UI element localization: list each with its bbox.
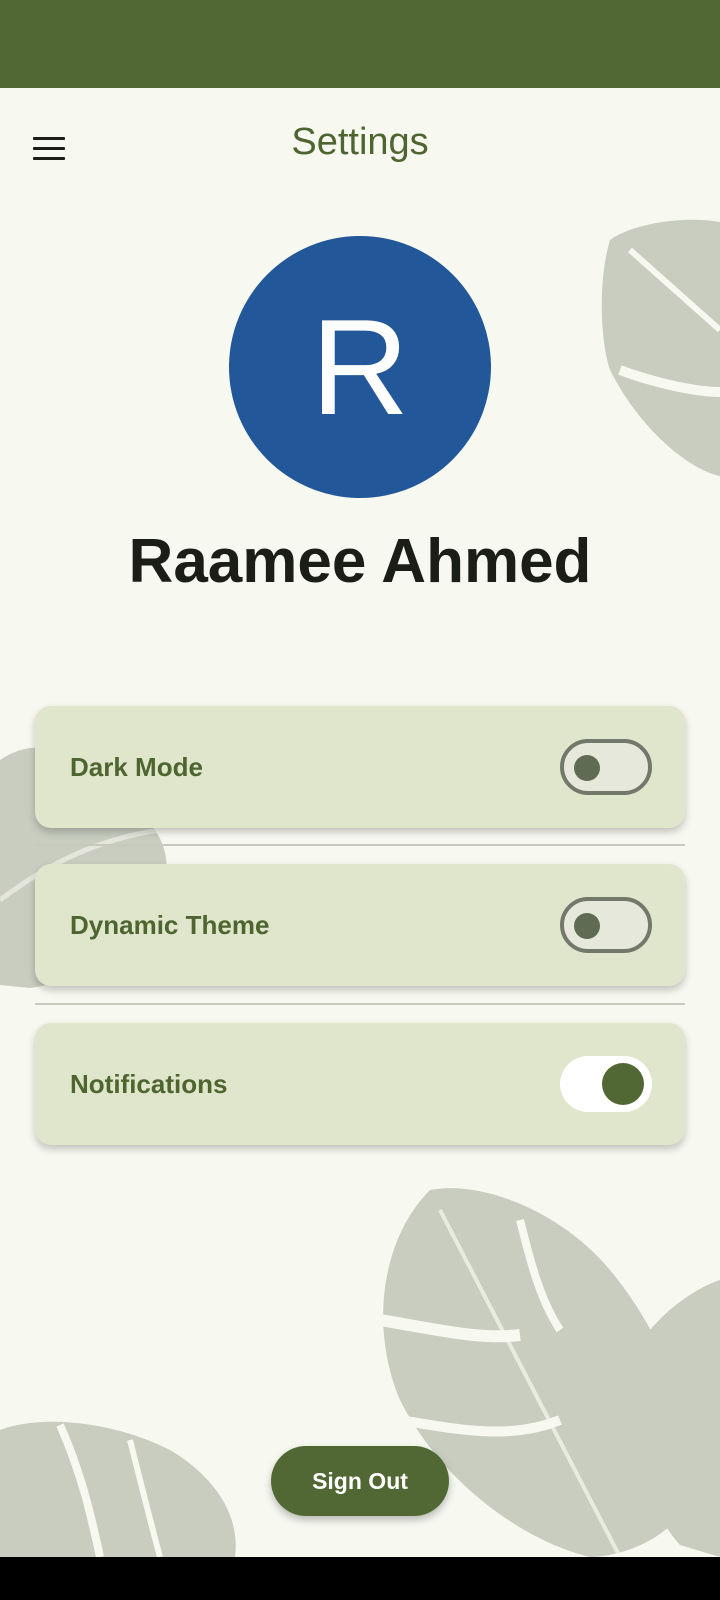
dynamic-theme-toggle[interactable] [560, 897, 652, 953]
status-bar [0, 0, 720, 88]
avatar-initial: R [310, 291, 410, 443]
avatar: R [229, 236, 491, 498]
setting-card-dark-mode[interactable]: Dark Mode [35, 706, 685, 828]
user-name: Raamee Ahmed [128, 527, 592, 596]
toggle-thumb [602, 1063, 644, 1105]
setting-label-dynamic-theme: Dynamic Theme [70, 910, 270, 940]
setting-card-notifications[interactable]: Notifications [35, 1023, 685, 1145]
setting-label-notifications: Notifications [70, 1069, 228, 1099]
setting-card-dynamic-theme[interactable]: Dynamic Theme [35, 864, 685, 986]
divider [35, 1003, 685, 1005]
sign-out-button[interactable]: Sign Out [271, 1446, 449, 1516]
top-app-bar: Settings [0, 88, 720, 200]
page-title: Settings [291, 121, 429, 163]
notifications-toggle[interactable] [560, 1056, 652, 1112]
dark-mode-toggle[interactable] [560, 739, 652, 795]
toggle-thumb [574, 913, 600, 939]
divider [35, 844, 685, 846]
navigation-bar [0, 1557, 720, 1600]
setting-label-dark-mode: Dark Mode [70, 752, 203, 782]
toggle-thumb [574, 755, 600, 781]
